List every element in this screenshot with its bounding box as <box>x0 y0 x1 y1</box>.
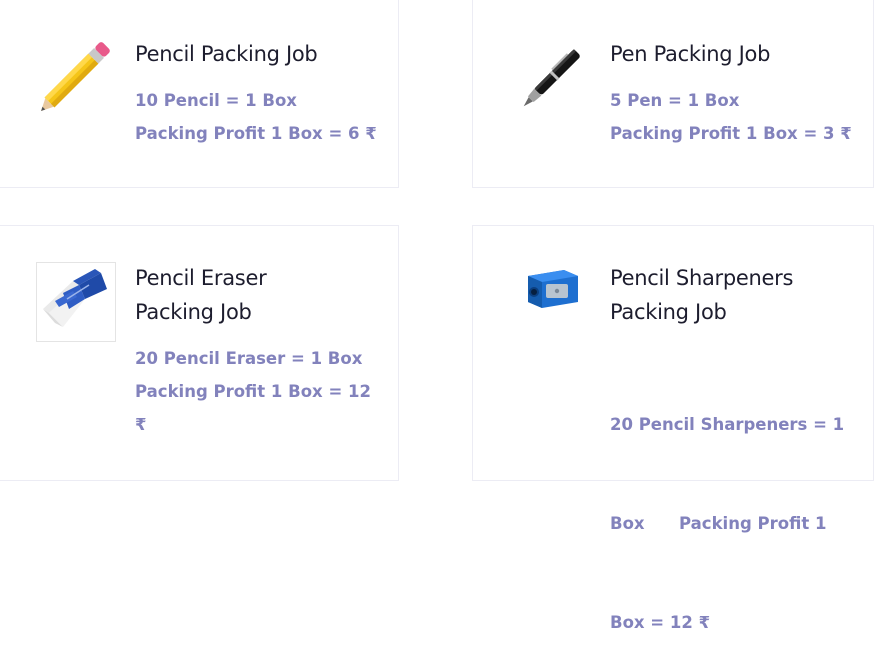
card-description: 10 Pencil = 1 Box Packing Profit 1 Box =… <box>135 84 377 150</box>
card-title: Pen Packing Job <box>610 42 771 66</box>
card-title-line: Pencil Eraser <box>135 266 267 290</box>
card-description: 20 Pencil Eraser = 1 Box Packing Profit … <box>135 342 371 441</box>
card-quantity-text: 20 Pencil Eraser = 1 Box <box>135 349 363 368</box>
card-description: 5 Pen = 1 Box Packing Profit 1 Box = 3 ₹ <box>610 84 852 150</box>
card-quantity-text: 20 Pencil Sharpeners = 1 <box>610 415 845 434</box>
card-title-line: Pencil Sharpeners <box>610 266 794 290</box>
card-profit-text: Packing Profit 1 Box = 6 ₹ <box>135 124 377 143</box>
card-title: Pencil Eraser Packing Job <box>135 261 267 329</box>
card-quantity-text: 5 Pen = 1 Box <box>610 91 740 110</box>
card-profit-currency: Box = 12 ₹ <box>610 613 711 632</box>
card-quantity-text: 10 Pencil = 1 Box <box>135 91 297 110</box>
eraser-icon <box>36 262 116 342</box>
card-profit-text: Box Packing Profit 1 <box>610 514 827 533</box>
pencil-icon <box>30 36 120 118</box>
card-description: 20 Pencil Sharpeners = 1 Box Packing Pro… <box>610 342 844 672</box>
card-title-line: Packing Job <box>610 300 727 324</box>
card-title-line: Packing Job <box>135 300 252 324</box>
card-title: Pencil Sharpeners Packing Job <box>610 261 793 329</box>
card-title: Pencil Packing Job <box>135 42 318 66</box>
card-profit-text: Packing Profit 1 Box = 12 <box>135 382 371 401</box>
fountain-pen-icon <box>514 40 590 116</box>
sharpener-icon <box>524 262 584 316</box>
card-profit-text: Packing Profit 1 Box = 3 ₹ <box>610 124 852 143</box>
card-profit-currency: ₹ <box>135 415 147 434</box>
